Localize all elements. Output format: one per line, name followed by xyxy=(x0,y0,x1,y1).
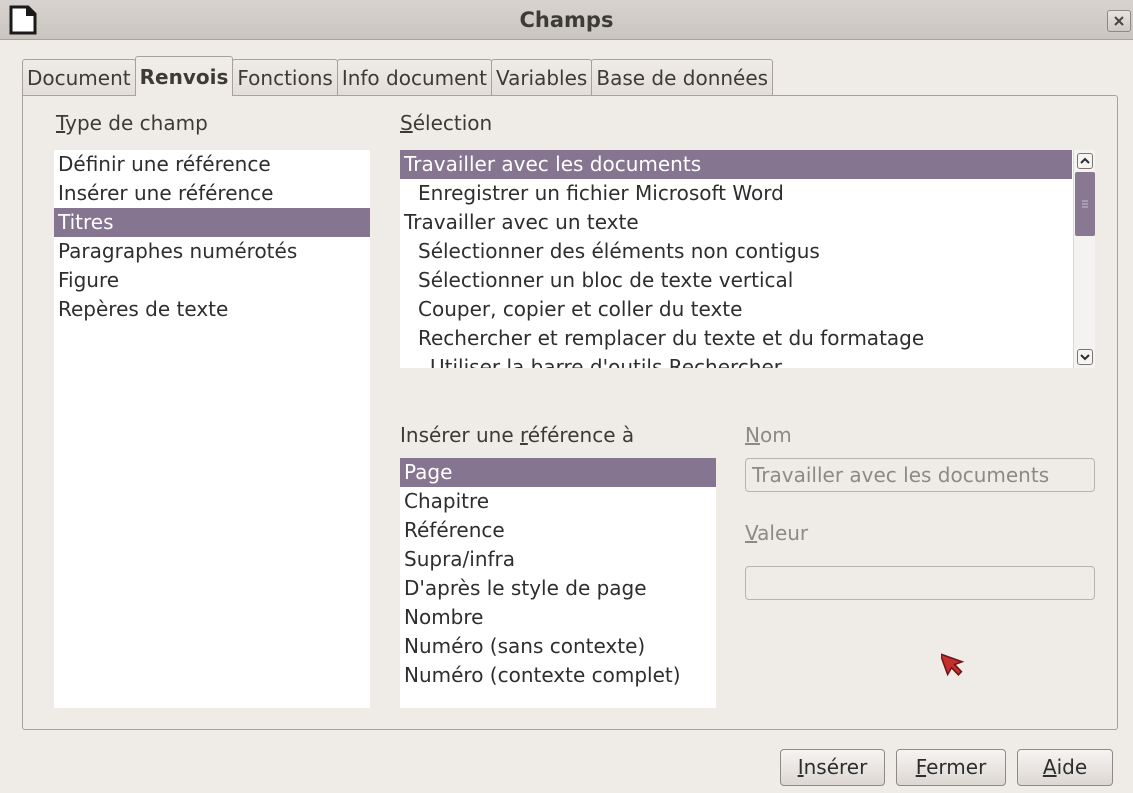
title-bar[interactable]: Champs xyxy=(0,0,1133,40)
champs-dialog: Champs Document Renvois Fonctions Info d… xyxy=(0,0,1133,793)
list-item[interactable]: Chapitre xyxy=(400,487,716,516)
list-item[interactable]: Insérer une référence xyxy=(54,179,370,208)
inserer-reference-list[interactable]: Page Chapitre Référence Supra/infra D'ap… xyxy=(400,458,716,708)
mnemonic: T xyxy=(56,111,66,135)
mnemonic: r xyxy=(519,423,528,447)
label-text: aleur xyxy=(757,521,809,545)
list-item[interactable]: Repères de texte xyxy=(54,295,370,324)
aide-button[interactable]: Aide xyxy=(1017,749,1113,786)
label-text: élection xyxy=(412,111,493,135)
tree-item[interactable]: Sélectionner un bloc de texte vertical xyxy=(400,266,1072,295)
tree-item[interactable]: Sélectionner des éléments non contigus xyxy=(400,237,1072,266)
list-item-selected[interactable]: Titres xyxy=(54,208,370,237)
tab-document[interactable]: Document xyxy=(22,59,136,96)
tab-info-document[interactable]: Info document xyxy=(336,59,492,96)
tab-fonctions[interactable]: Fonctions xyxy=(232,59,338,96)
tree-item[interactable]: Utiliser la barre d'outils Rechercher xyxy=(400,353,1072,368)
mnemonic: V xyxy=(745,521,758,545)
label-text: Insérer une xyxy=(400,423,520,447)
label-text: ype de champ xyxy=(65,111,208,135)
close-icon xyxy=(1114,16,1124,26)
label-text: om xyxy=(759,423,792,447)
list-item[interactable]: D'après le style de page xyxy=(400,574,716,603)
list-item-selected[interactable]: Page xyxy=(400,458,716,487)
mouse-pointer-icon xyxy=(941,652,965,677)
scrollbar-thumb[interactable] xyxy=(1075,172,1095,236)
list-item[interactable]: Nombre xyxy=(400,603,716,632)
tree-item[interactable]: Travailler avec un texte xyxy=(400,208,1072,237)
valeur-field[interactable] xyxy=(745,566,1095,600)
scroll-up-button[interactable] xyxy=(1077,153,1093,169)
list-item[interactable]: Définir une référence xyxy=(54,150,370,179)
mnemonic: S xyxy=(400,111,413,135)
nom-label: Nom xyxy=(745,423,792,447)
button-label: ermer xyxy=(926,755,987,779)
type-de-champ-list[interactable]: Définir une référence Insérer une référe… xyxy=(54,150,370,708)
type-de-champ-label: Type de champ xyxy=(56,111,208,135)
tree-item[interactable]: Enregistrer un fichier Microsoft Word xyxy=(400,179,1072,208)
close-button[interactable] xyxy=(1107,10,1131,32)
mnemonic: N xyxy=(745,423,760,447)
list-item[interactable]: Référence xyxy=(400,516,716,545)
chevron-down-icon xyxy=(1080,354,1090,361)
button-label: nsérer xyxy=(803,755,868,779)
selection-tree[interactable]: Travailler avec les documents Enregistre… xyxy=(400,150,1095,368)
list-item[interactable]: Numéro (sans contexte) xyxy=(400,632,716,661)
inserer-button[interactable]: Insérer xyxy=(780,749,885,786)
tab-base-de-donnees[interactable]: Base de données xyxy=(591,59,774,96)
tree-item-selected[interactable]: Travailler avec les documents xyxy=(400,150,1072,179)
tree-item[interactable]: Rechercher et remplacer du texte et du f… xyxy=(400,324,1072,353)
button-label: ide xyxy=(1056,755,1088,779)
mnemonic: A xyxy=(1042,755,1057,779)
tab-bar: Document Renvois Fonctions Info document… xyxy=(22,56,774,96)
list-item[interactable]: Figure xyxy=(54,266,370,295)
chevron-up-icon xyxy=(1080,157,1090,164)
tab-variables[interactable]: Variables xyxy=(490,59,593,96)
scroll-down-button[interactable] xyxy=(1077,349,1093,365)
valeur-label: Valeur xyxy=(745,521,808,545)
mnemonic: F xyxy=(915,755,927,779)
list-item[interactable]: Supra/infra xyxy=(400,545,716,574)
tab-renvois[interactable]: Renvois xyxy=(134,56,234,96)
list-item[interactable]: Numéro (contexte complet) xyxy=(400,661,716,690)
grip-icon xyxy=(1082,200,1088,208)
vertical-scrollbar[interactable] xyxy=(1073,150,1095,368)
fermer-button[interactable]: Fermer xyxy=(896,749,1006,786)
selection-label: Sélection xyxy=(400,111,492,135)
inserer-reference-label: Insérer une référence à xyxy=(400,423,634,447)
nom-field[interactable]: Travailler avec les documents xyxy=(745,458,1095,492)
window-title: Champs xyxy=(519,8,614,32)
tree-item[interactable]: Couper, copier et coller du texte xyxy=(400,295,1072,324)
list-item[interactable]: Paragraphes numérotés xyxy=(54,237,370,266)
label-text: éférence à xyxy=(527,423,635,447)
